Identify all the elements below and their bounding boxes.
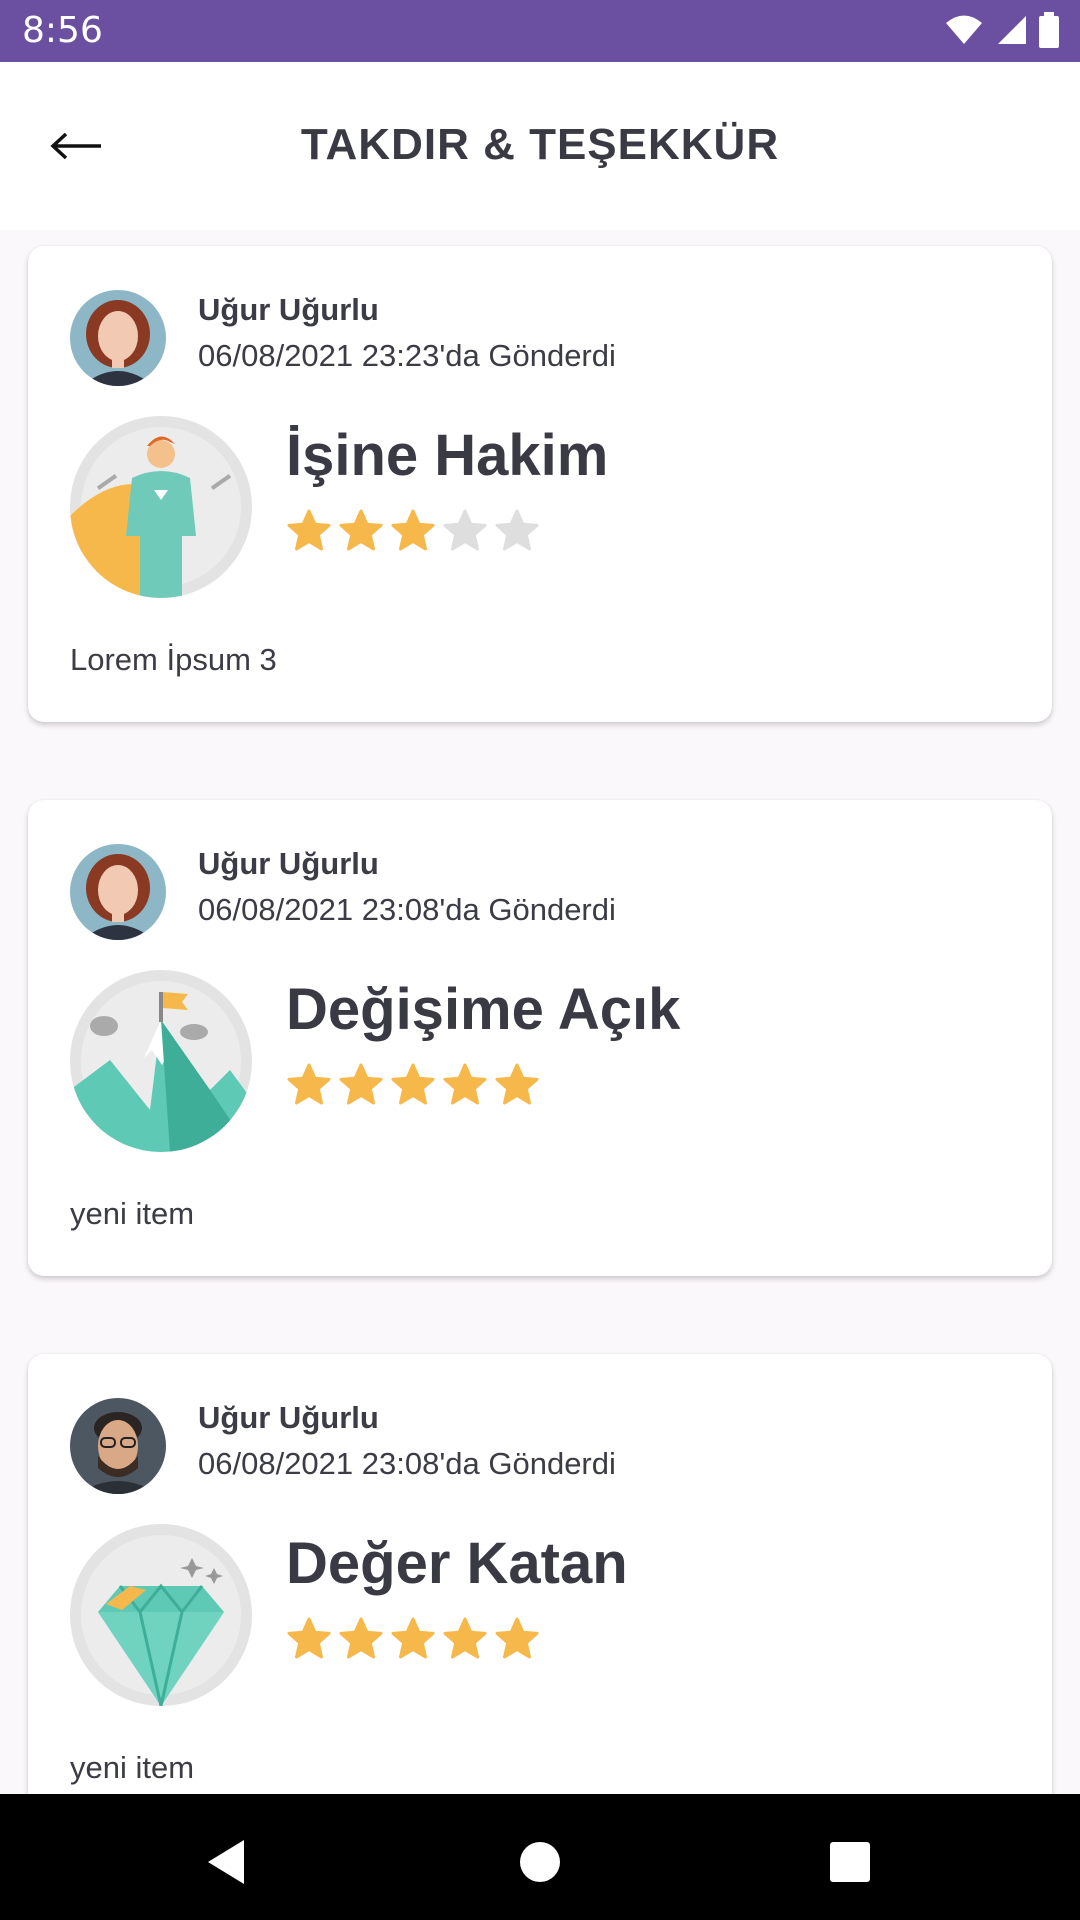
badge-title: İşine Hakim	[286, 423, 609, 488]
nav-recents-button[interactable]	[820, 1832, 880, 1892]
sender-avatar	[70, 290, 166, 386]
page-title: TAKDIR & TEŞEKKÜR	[300, 120, 780, 169]
sender-avatar	[70, 844, 166, 940]
back-triangle-icon	[208, 1840, 244, 1884]
sender-name: Uğur Uğurlu	[198, 846, 379, 881]
star-filled-icon	[391, 1063, 435, 1105]
star-filled-icon	[339, 1063, 383, 1105]
man-avatar	[70, 1398, 166, 1494]
superhero-icon	[70, 416, 252, 598]
sent-date: 06/08/2021 23:08'da Gönderdi	[198, 1446, 616, 1481]
star-filled-icon	[391, 509, 435, 551]
sender-name: Uğur Uğurlu	[198, 292, 379, 327]
wifi-icon	[946, 15, 982, 44]
recents-square-icon	[830, 1842, 870, 1882]
mountain-flag-icon	[70, 970, 252, 1152]
star-filled-icon	[287, 509, 331, 551]
woman-avatar	[70, 290, 166, 386]
star-filled-icon	[443, 1617, 487, 1659]
star-filled-icon	[391, 1617, 435, 1659]
status-bar: 8:56	[0, 0, 1080, 62]
message-text: yeni item	[70, 1750, 195, 1785]
status-icons	[944, 12, 1060, 48]
badge-image	[70, 1524, 252, 1706]
appreciation-feed[interactable]: Uğur Uğurlu 06/08/2021 23:23'da Gönderdi…	[0, 230, 1080, 1794]
badge-image	[70, 416, 252, 598]
star-filled-icon	[443, 1063, 487, 1105]
badge-title: Değişime Açık	[286, 977, 681, 1042]
appreciation-card[interactable]: Uğur Uğurlu 06/08/2021 23:23'da Gönderdi…	[28, 246, 1052, 722]
message-text: yeni item	[70, 1196, 195, 1231]
star-empty-icon	[495, 509, 539, 551]
cell-signal-icon	[998, 16, 1026, 44]
sender-name: Uğur Uğurlu	[198, 1400, 379, 1435]
badge-title: Değer Katan	[286, 1531, 628, 1596]
home-circle-icon	[520, 1842, 560, 1882]
battery-icon	[1039, 12, 1059, 48]
sent-date: 06/08/2021 23:23'da Gönderdi	[198, 338, 616, 373]
app-bar: TAKDIR & TEŞEKKÜR	[0, 62, 1080, 230]
message-text: Lorem İpsum 3	[70, 642, 277, 677]
star-rating	[286, 1616, 540, 1662]
status-time: 8:56	[22, 10, 103, 51]
star-filled-icon	[339, 509, 383, 551]
woman-avatar	[70, 844, 166, 940]
sent-date: 06/08/2021 23:08'da Gönderdi	[198, 892, 616, 927]
badge-image	[70, 970, 252, 1152]
appreciation-card[interactable]: Uğur Uğurlu 06/08/2021 23:08'da Gönderdi…	[28, 800, 1052, 1276]
star-empty-icon	[443, 509, 487, 551]
diamond-icon	[70, 1524, 252, 1706]
star-filled-icon	[287, 1617, 331, 1659]
nav-back-button[interactable]	[200, 1832, 260, 1892]
star-rating	[286, 1062, 540, 1108]
nav-home-button[interactable]	[510, 1832, 570, 1892]
star-filled-icon	[287, 1063, 331, 1105]
appreciation-card[interactable]: Uğur Uğurlu 06/08/2021 23:08'da Gönderdi…	[28, 1354, 1052, 1794]
star-filled-icon	[495, 1063, 539, 1105]
sender-avatar	[70, 1398, 166, 1494]
star-rating	[286, 508, 540, 554]
star-filled-icon	[339, 1617, 383, 1659]
system-nav-bar	[0, 1794, 1080, 1920]
star-filled-icon	[495, 1617, 539, 1659]
